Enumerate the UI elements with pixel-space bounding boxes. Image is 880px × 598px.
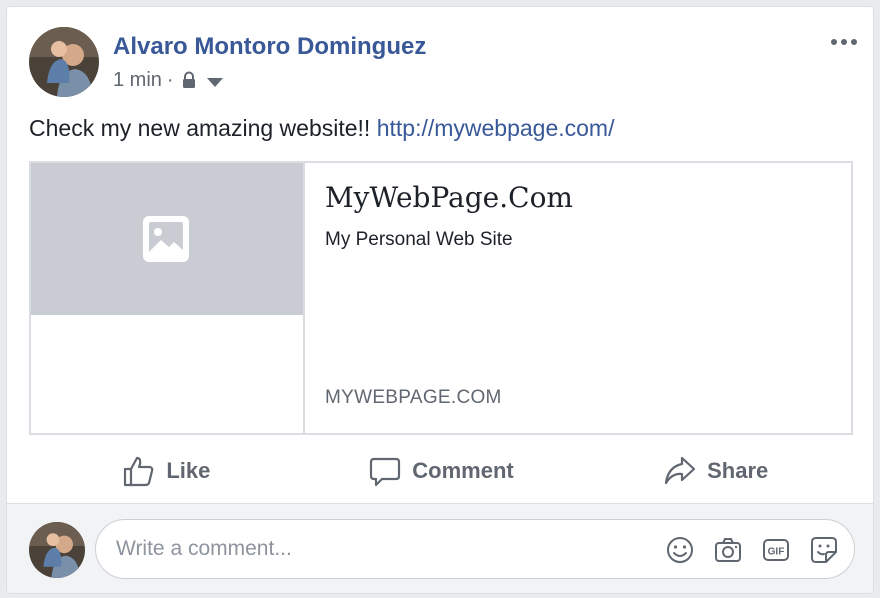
post-text: Check my new amazing website!! http://my… (29, 115, 615, 142)
comment-button[interactable]: Comment (304, 445, 579, 497)
gif-icon[interactable]: GIF (760, 534, 792, 566)
image-placeholder-icon (143, 216, 189, 262)
more-options-icon[interactable] (831, 35, 857, 49)
like-button[interactable]: Like (29, 445, 304, 497)
svg-text:GIF: GIF (768, 547, 785, 558)
author-name[interactable]: Alvaro Montoro Dominguez (113, 33, 426, 61)
link-preview[interactable]: MyWebPage.Com My Personal Web Site MYWEB… (29, 161, 853, 435)
post-card: Alvaro Montoro Dominguez 1 min · Check m… (6, 6, 874, 594)
audience-dropdown-icon[interactable] (206, 77, 223, 87)
lock-icon[interactable] (181, 71, 197, 89)
link-description: My Personal Web Site (325, 229, 513, 250)
post-link[interactable]: http://mywebpage.com/ (377, 115, 615, 141)
comment-icons: GIF (648, 534, 840, 566)
camera-icon[interactable] (712, 534, 744, 566)
post-meta: 1 min · (113, 67, 223, 93)
share-button[interactable]: Share (578, 445, 853, 497)
preview-divider (303, 163, 305, 433)
emoji-icon[interactable] (664, 534, 696, 566)
link-title[interactable]: MyWebPage.Com (325, 181, 573, 214)
comment-box: GIF (95, 519, 855, 579)
meta-separator: · (166, 68, 174, 91)
share-arrow-icon (664, 456, 696, 485)
commenter-avatar[interactable] (29, 522, 85, 578)
like-label: Like (166, 458, 211, 483)
comment-icon (370, 457, 401, 487)
post-message: Check my new amazing website!! (29, 115, 371, 141)
post-timestamp[interactable]: 1 min (113, 69, 162, 92)
post-actions: Like Comment Share (29, 445, 853, 497)
sticker-icon[interactable] (808, 534, 840, 566)
share-label: Share (707, 458, 769, 483)
comment-input[interactable] (116, 534, 636, 564)
link-domain: MYWEBPAGE.COM (325, 387, 502, 408)
author-avatar[interactable] (29, 27, 99, 97)
link-thumbnail[interactable] (31, 163, 303, 315)
comment-label: Comment (412, 458, 514, 483)
thumbs-up-icon (124, 456, 154, 487)
comment-composer: GIF (7, 503, 873, 593)
